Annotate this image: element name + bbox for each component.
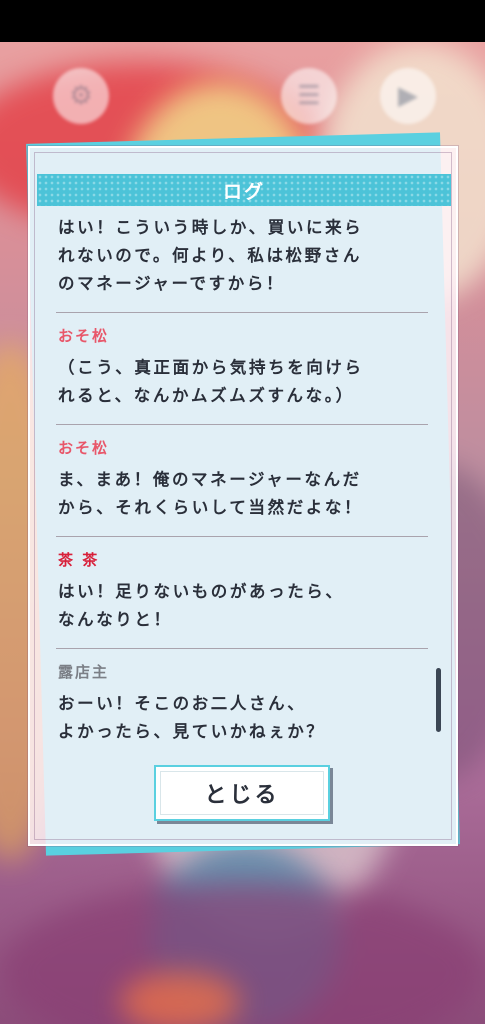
log-entries[interactable]: はい！こういう時しか、買いに来ら れないので。何より、私は松野さん のマネージャ…: [56, 214, 428, 746]
speaker-name: 露店主: [58, 663, 110, 681]
dialogue-line: から、それくらいして当然だよな！: [58, 498, 364, 517]
play-icon: ▶: [380, 68, 436, 124]
log-scrollbar[interactable]: [436, 668, 441, 732]
dialogue-line: れないので。何より、私は松野さん: [58, 246, 362, 265]
dialogue-line: おーい！そこのお二人さん、: [58, 694, 307, 713]
log-entry: 露店主 おーい！そこのお二人さん、 よかったら、見ていかねぇか？: [58, 661, 428, 746]
menu-icon: ☰: [281, 68, 337, 124]
settings-icon: ⚙: [53, 68, 109, 124]
dialogue-line: はい！足りないものがあったら、: [58, 582, 345, 601]
dialogue-line: はい！こういう時しか、買いに来ら: [58, 218, 364, 237]
log-entry: はい！こういう時しか、買いに来ら れないので。何より、私は松野さん のマネージャ…: [58, 214, 428, 298]
log-title-bar: ログ: [37, 174, 451, 206]
entry-divider: [56, 312, 428, 313]
entry-divider: [56, 536, 428, 537]
entry-divider: [56, 424, 428, 425]
close-button-label: とじる: [204, 783, 280, 808]
dialogue-line: なんなりと！: [58, 610, 173, 629]
speaker-name: おそ松: [58, 439, 110, 457]
speaker-name: 茶 茶: [58, 551, 100, 569]
dialogue-line: よかったら、見ていかねぇか？: [58, 722, 326, 741]
log-entry: おそ松 （こう、真正面から気持ちを向けら れると、なんかムズムズすんな。）: [58, 325, 428, 410]
close-button[interactable]: とじる: [154, 765, 330, 821]
dialogue-line: のマネージャーですから！: [58, 274, 286, 293]
speaker-name: おそ松: [58, 327, 110, 345]
dialogue-line: （こう、真正面から気持ちを向けら: [58, 358, 364, 377]
dialogue-line: ま、まあ！俺のマネージャーなんだ: [58, 470, 362, 489]
dialogue-line: れると、なんかムズムズすんな。）: [58, 386, 355, 405]
entry-divider: [56, 648, 428, 649]
log-entry: 茶 茶 はい！足りないものがあったら、 なんなりと！: [58, 549, 428, 634]
log-title: ログ: [222, 180, 265, 203]
log-entry: おそ松 ま、まあ！俺のマネージャーなんだ から、それくらいして当然だよな！: [58, 437, 428, 522]
